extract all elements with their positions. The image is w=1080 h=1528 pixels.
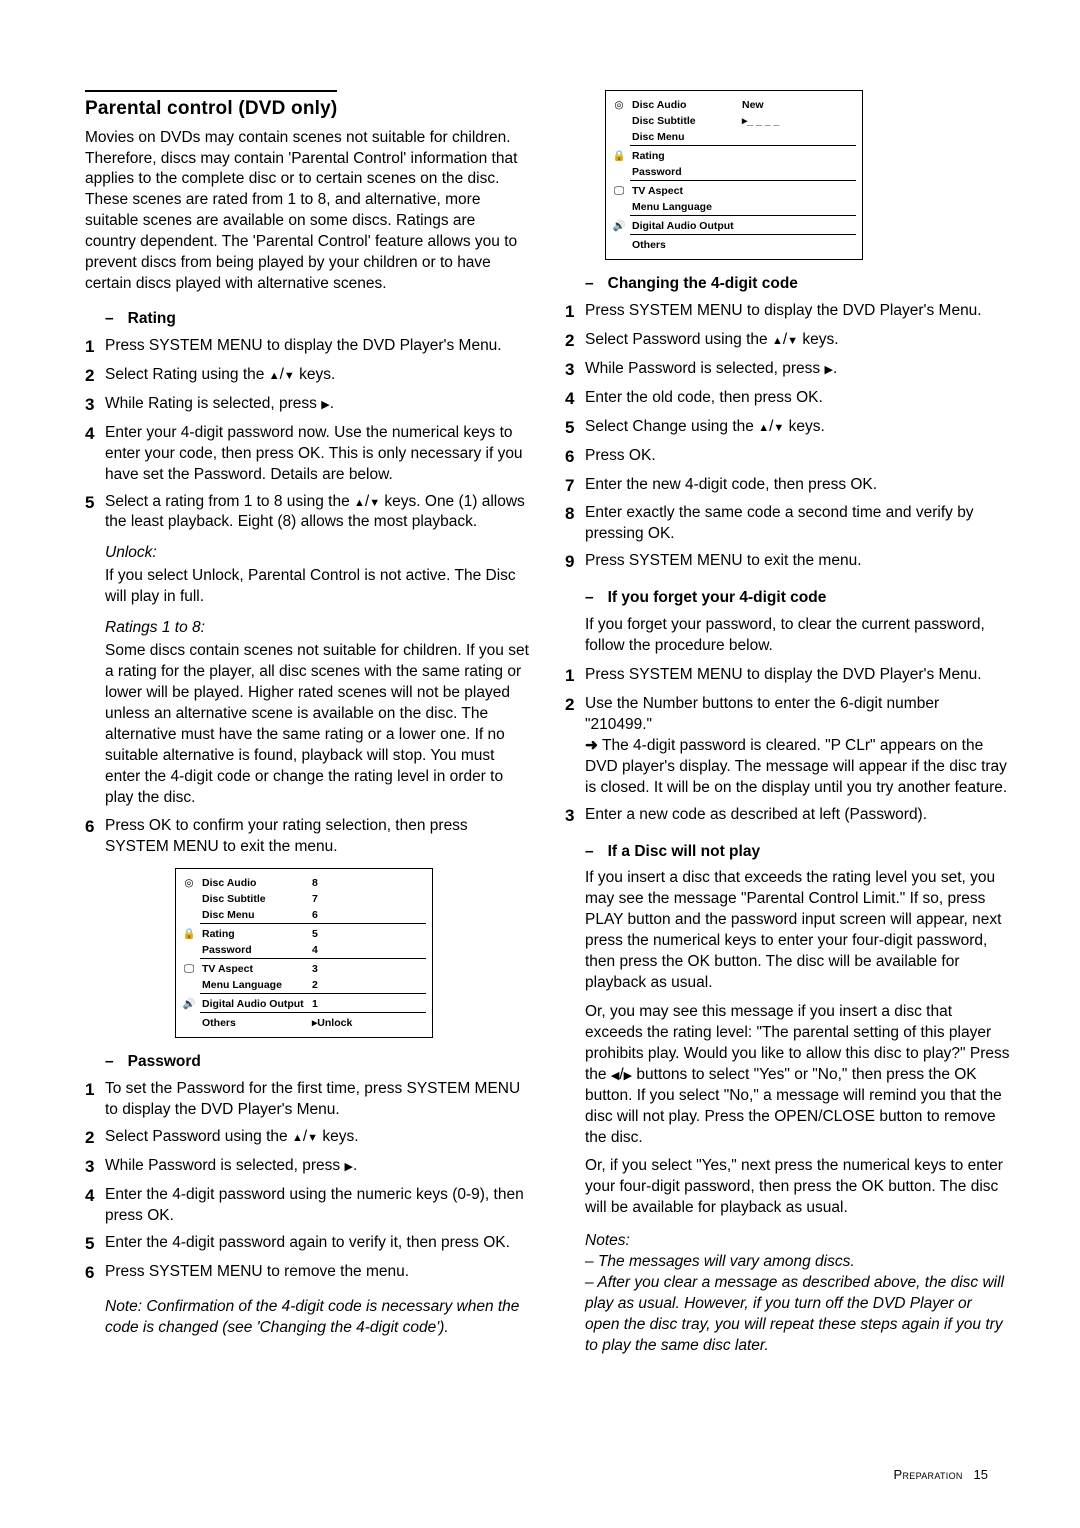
page-footer: Preparation 15 bbox=[0, 1466, 1080, 1484]
tv-icon: 🖵 bbox=[606, 184, 632, 198]
speaker-icon: 🔊 bbox=[176, 997, 202, 1011]
password-note: Note: Confirmation of the 4-digit code i… bbox=[105, 1297, 530, 1339]
unlock-label: Unlock: bbox=[105, 543, 530, 564]
noplay-p3: Or, if you select "Yes," next press the … bbox=[585, 1156, 1010, 1219]
forgot-intro: If you forget your password, to clear th… bbox=[585, 615, 1010, 657]
password-heading: –Password bbox=[105, 1052, 530, 1073]
disc-icon: ◎ bbox=[606, 98, 632, 112]
section-title: Parental control (DVD only) bbox=[85, 90, 337, 122]
changing-heading: –Changing the 4-digit code bbox=[585, 274, 1010, 295]
disc-icon: ◎ bbox=[176, 876, 202, 890]
noplay-heading: –If a Disc will not play bbox=[585, 842, 1010, 863]
noplay-p2: Or, you may see this message if you inse… bbox=[585, 1002, 1010, 1148]
ratings-body: Some discs contain scenes not suitable f… bbox=[105, 641, 530, 808]
speaker-icon: 🔊 bbox=[606, 219, 632, 233]
result-arrow-icon bbox=[585, 737, 598, 754]
lock-icon: 🔒 bbox=[176, 927, 202, 941]
ratings-label: Ratings 1 to 8: bbox=[105, 618, 530, 639]
osd-menu-password: ◎Disc AudioNew Disc Subtitle▸_ _ _ _ Dis… bbox=[605, 90, 863, 260]
notes-heading: Notes: bbox=[585, 1231, 1010, 1252]
lock-icon: 🔒 bbox=[606, 149, 632, 163]
rating-heading: –Rating bbox=[105, 309, 530, 330]
noplay-p1: If you insert a disc that exceeds the ra… bbox=[585, 868, 1010, 994]
intro-para: Movies on DVDs may contain scenes not su… bbox=[85, 128, 530, 295]
unlock-body: If you select Unlock, Parental Control i… bbox=[105, 566, 530, 608]
notes-n1: – The messages will vary among discs. bbox=[585, 1252, 1010, 1273]
tv-icon: 🖵 bbox=[176, 962, 202, 976]
forgot-heading: –If you forget your 4-digit code bbox=[585, 588, 1010, 609]
osd-menu-rating: ◎Disc Audio8 Disc Subtitle7 Disc Menu6 🔒… bbox=[175, 868, 433, 1038]
notes-n2: – After you clear a message as described… bbox=[585, 1273, 1010, 1357]
